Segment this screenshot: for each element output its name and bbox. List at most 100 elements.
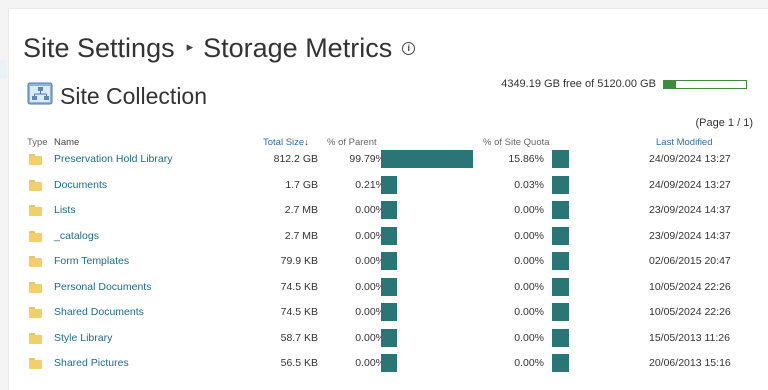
item-pct-quota: 0.00% bbox=[514, 204, 544, 216]
left-edge-strip bbox=[0, 60, 7, 78]
breadcrumb-separator-icon: ▸ bbox=[186, 38, 194, 54]
item-size: 2.7 MB bbox=[284, 229, 318, 242]
column-header-name[interactable]: Name bbox=[54, 137, 79, 148]
item-last-modified: 10/05/2024 22:26 bbox=[649, 306, 731, 318]
total-size-label: Total Size bbox=[263, 137, 305, 148]
item-last-modified: 24/09/2024 13:27 bbox=[649, 153, 731, 165]
pct-quota-bar bbox=[552, 201, 569, 219]
table-row: Form Templates 79.9 KB 0.00% 0.00% 02/06/201… bbox=[9, 250, 768, 275]
breadcrumb-site-settings[interactable]: Site Settings bbox=[23, 33, 175, 63]
column-header-last-modified[interactable]: Last Modified bbox=[656, 137, 713, 148]
column-header-pct-parent: % of Parent bbox=[327, 137, 377, 148]
info-icon[interactable]: i bbox=[402, 42, 416, 55]
item-pct-parent: 0.00% bbox=[355, 306, 385, 318]
table-row: _catalogs 2.7 MB 0.00% 0.00% 23/09/2024 14:3… bbox=[9, 225, 768, 250]
pct-parent-bar bbox=[381, 150, 473, 168]
pct-quota-bar bbox=[552, 252, 569, 270]
pct-parent-bar bbox=[381, 201, 397, 219]
item-pct-quota: 0.00% bbox=[514, 229, 544, 242]
item-size: 74.5 KB bbox=[280, 280, 318, 293]
pct-parent-bar bbox=[381, 226, 397, 245]
item-pct-quota: 15.86% bbox=[508, 153, 544, 165]
item-pct-parent: 0.00% bbox=[355, 255, 385, 267]
folder-icon bbox=[29, 307, 42, 318]
item-name-link[interactable]: Lists bbox=[54, 204, 76, 216]
pct-quota-bar bbox=[552, 277, 569, 296]
item-pct-parent: 0.21% bbox=[355, 178, 385, 191]
pct-quota-bar bbox=[552, 150, 569, 168]
item-pct-parent: 0.00% bbox=[355, 357, 385, 369]
pct-parent-bar bbox=[381, 328, 397, 347]
item-size: 2.7 MB bbox=[284, 204, 318, 216]
quota-bar bbox=[663, 79, 747, 89]
folder-icon bbox=[29, 256, 42, 267]
pct-quota-bar bbox=[552, 226, 569, 245]
item-name-link[interactable]: Shared Documents bbox=[54, 306, 144, 318]
item-size: 56.5 KB bbox=[280, 357, 318, 369]
item-size: 812.2 GB bbox=[273, 153, 318, 165]
table-row: Documents 1.7 GB 0.21% 0.03% 24/09/2024 13:2… bbox=[9, 174, 768, 199]
item-pct-quota: 0.00% bbox=[514, 306, 544, 318]
item-pct-parent: 99.79% bbox=[349, 153, 385, 165]
folder-icon bbox=[29, 205, 42, 216]
item-pct-quota: 0.03% bbox=[514, 178, 544, 191]
pct-parent-bar bbox=[381, 354, 397, 372]
item-pct-parent: 0.00% bbox=[355, 204, 385, 216]
table-row: Personal Documents 74.5 KB 0.00% 0.00% 10/05… bbox=[9, 276, 768, 301]
folder-icon bbox=[29, 332, 42, 344]
column-header-pct-quota: % of Site Quota bbox=[483, 137, 550, 148]
item-name-link[interactable]: Style Library bbox=[54, 332, 112, 344]
item-pct-parent: 0.00% bbox=[355, 229, 385, 242]
item-name-link[interactable]: Documents bbox=[54, 179, 107, 191]
folder-icon bbox=[29, 358, 42, 369]
folder-icon bbox=[29, 154, 42, 165]
storage-metrics-panel: Site Settings ▸ Storage Metrics i Site Coll… bbox=[8, 8, 768, 390]
pct-quota-bar bbox=[552, 354, 569, 372]
item-last-modified: 24/09/2024 13:27 bbox=[649, 178, 731, 191]
item-last-modified: 10/05/2024 22:26 bbox=[649, 280, 731, 293]
item-size: 58.7 KB bbox=[280, 331, 318, 344]
pct-parent-bar bbox=[381, 175, 397, 194]
quota-bar-fill bbox=[664, 80, 677, 88]
pct-parent-bar bbox=[381, 277, 397, 296]
item-size: 74.5 KB bbox=[280, 306, 318, 318]
page-title: Storage Metrics bbox=[203, 33, 393, 63]
sort-descending-icon: ↓ bbox=[304, 137, 309, 147]
folder-icon bbox=[29, 281, 42, 293]
page-indicator: (Page 1 / 1) bbox=[695, 117, 753, 129]
item-pct-parent: 0.00% bbox=[355, 280, 385, 293]
pct-quota-bar bbox=[552, 328, 569, 347]
item-pct-quota: 0.00% bbox=[514, 331, 544, 344]
folder-icon bbox=[29, 230, 42, 242]
column-header-type: Type bbox=[27, 137, 48, 148]
pct-parent-bar bbox=[381, 303, 397, 321]
table-row: Shared Pictures 56.5 KB 0.00% 0.00% 20/06/20… bbox=[9, 352, 768, 377]
item-pct-quota: 0.00% bbox=[514, 280, 544, 293]
table-row: Style Library 58.7 KB 0.00% 0.00% 15/05/2013… bbox=[9, 327, 768, 352]
table-row: Preservation Hold Library 812.2 GB 99.79% 1… bbox=[9, 148, 768, 173]
section-title: Site Collection bbox=[60, 83, 208, 109]
item-name-link[interactable]: _catalogs bbox=[54, 230, 99, 242]
storage-quota: 4349.19 GB free of 5120.00 GB bbox=[501, 78, 747, 90]
item-last-modified: 15/05/2013 11:26 bbox=[649, 331, 730, 344]
pct-parent-bar bbox=[381, 252, 397, 270]
item-pct-quota: 0.00% bbox=[514, 255, 544, 267]
item-name-link[interactable]: Form Templates bbox=[54, 255, 129, 267]
pct-quota-bar bbox=[552, 175, 569, 194]
item-size: 1.7 GB bbox=[285, 178, 318, 191]
table-row: Shared Documents 74.5 KB 0.00% 0.00% 10/05/2… bbox=[9, 301, 768, 326]
site-collection-icon bbox=[27, 82, 53, 105]
folder-icon bbox=[29, 179, 42, 191]
column-header-total-size[interactable]: Total Size↓ bbox=[263, 137, 309, 148]
item-pct-quota: 0.00% bbox=[514, 357, 544, 369]
item-pct-parent: 0.00% bbox=[355, 331, 385, 344]
item-last-modified: 23/09/2024 14:37 bbox=[649, 229, 731, 242]
item-name-link[interactable]: Personal Documents bbox=[54, 281, 151, 293]
item-name-link[interactable]: Preservation Hold Library bbox=[54, 153, 172, 165]
item-last-modified: 23/09/2024 14:37 bbox=[649, 204, 731, 216]
quota-text: 4349.19 GB free of 5120.00 GB bbox=[501, 78, 656, 90]
item-last-modified: 20/06/2013 15:16 bbox=[649, 357, 731, 369]
breadcrumb: Site Settings ▸ Storage Metrics i bbox=[23, 33, 416, 73]
item-name-link[interactable]: Shared Pictures bbox=[54, 357, 129, 369]
table-row: Lists 2.7 MB 0.00% 0.00% 23/09/2024 14:37 bbox=[9, 199, 768, 224]
